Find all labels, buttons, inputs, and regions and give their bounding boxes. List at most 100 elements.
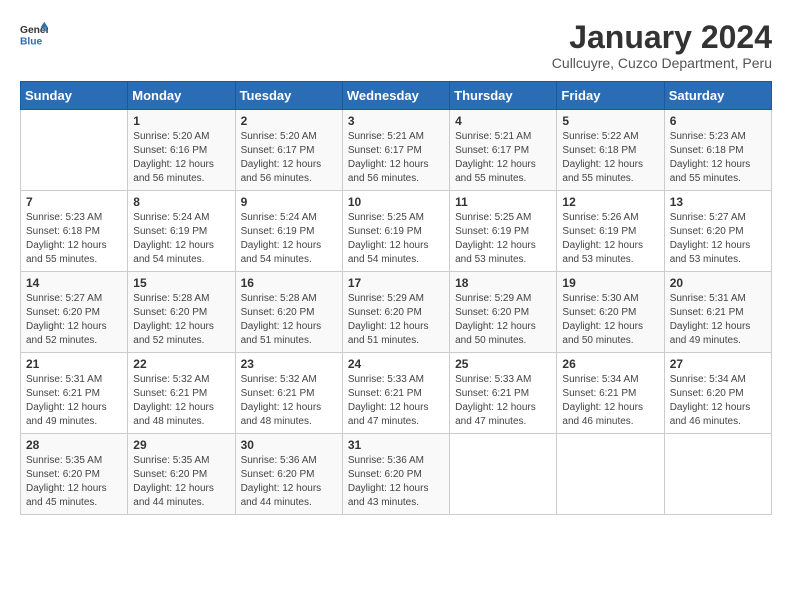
day-info: Sunrise: 5:25 AMSunset: 6:19 PMDaylight:…: [455, 211, 551, 267]
day-number: 22: [133, 357, 229, 371]
day-number: 10: [348, 195, 444, 209]
calendar-cell: 14Sunrise: 5:27 AMSunset: 6:20 PMDayligh…: [21, 272, 128, 353]
calendar-cell: 22 Sunrise: 5:32 AMSunset: 6:21 PMDayligh…: [128, 353, 235, 434]
logo: General Blue: [20, 20, 48, 48]
day-info: Sunrise: 5:31 AMSunset: 6:21 PMDaylight:…: [26, 373, 122, 429]
week-row-4: 21 Sunrise: 5:31 AMSunset: 6:21 PMDayligh…: [21, 353, 772, 434]
calendar-cell: 29 Sunrise: 5:35 AMSunset: 6:20 PMDayligh…: [128, 434, 235, 515]
day-number: 9: [241, 195, 337, 209]
day-number: 20: [670, 276, 766, 290]
day-info: Sunrise: 5:35 AMSunset: 6:20 PMDaylight:…: [133, 454, 229, 510]
calendar-cell: 17 Sunrise: 5:29 AMSunset: 6:20 PMDayligh…: [342, 272, 449, 353]
calendar-cell: 20Sunrise: 5:31 AMSunset: 6:21 PMDayligh…: [664, 272, 771, 353]
svg-text:Blue: Blue: [20, 36, 43, 47]
day-number: 27: [670, 357, 766, 371]
day-info: Sunrise: 5:32 AMSunset: 6:21 PMDaylight:…: [133, 373, 229, 429]
calendar-cell: [21, 110, 128, 191]
day-info: Sunrise: 5:26 AMSunset: 6:19 PMDaylight:…: [562, 211, 658, 267]
calendar-cell: 6 Sunrise: 5:23 AMSunset: 6:18 PMDaylight…: [664, 110, 771, 191]
calendar-table: SundayMondayTuesdayWednesdayThursdayFrid…: [20, 81, 772, 515]
day-info: Sunrise: 5:33 AMSunset: 6:21 PMDaylight:…: [455, 373, 551, 429]
day-number: 21: [26, 357, 122, 371]
day-info: Sunrise: 5:30 AMSunset: 6:20 PMDaylight:…: [562, 292, 658, 348]
day-info: Sunrise: 5:23 AMSunset: 6:18 PMDaylight:…: [26, 211, 122, 267]
header-day-wednesday: Wednesday: [342, 82, 449, 110]
calendar-cell: 5 Sunrise: 5:22 AMSunset: 6:18 PMDaylight…: [557, 110, 664, 191]
header-day-tuesday: Tuesday: [235, 82, 342, 110]
day-number: 31: [348, 438, 444, 452]
calendar-cell: 12Sunrise: 5:26 AMSunset: 6:19 PMDayligh…: [557, 191, 664, 272]
calendar-cell: [557, 434, 664, 515]
day-number: 14: [26, 276, 122, 290]
week-row-3: 14Sunrise: 5:27 AMSunset: 6:20 PMDayligh…: [21, 272, 772, 353]
calendar-cell: 2 Sunrise: 5:20 AMSunset: 6:17 PMDaylight…: [235, 110, 342, 191]
day-info: Sunrise: 5:24 AMSunset: 6:19 PMDaylight:…: [133, 211, 229, 267]
day-info: Sunrise: 5:27 AMSunset: 6:20 PMDaylight:…: [670, 211, 766, 267]
header-row: SundayMondayTuesdayWednesdayThursdayFrid…: [21, 82, 772, 110]
calendar-cell: 27 Sunrise: 5:34 AMSunset: 6:20 PMDayligh…: [664, 353, 771, 434]
day-info: Sunrise: 5:20 AMSunset: 6:17 PMDaylight:…: [241, 130, 337, 186]
calendar-cell: 23 Sunrise: 5:32 AMSunset: 6:21 PMDayligh…: [235, 353, 342, 434]
day-info: Sunrise: 5:21 AMSunset: 6:17 PMDaylight:…: [348, 130, 444, 186]
day-info: Sunrise: 5:32 AMSunset: 6:21 PMDaylight:…: [241, 373, 337, 429]
calendar-cell: 31 Sunrise: 5:36 AMSunset: 6:20 PMDayligh…: [342, 434, 449, 515]
calendar-cell: 26Sunrise: 5:34 AMSunset: 6:21 PMDayligh…: [557, 353, 664, 434]
day-number: 28: [26, 438, 122, 452]
day-number: 7: [26, 195, 122, 209]
header-day-saturday: Saturday: [664, 82, 771, 110]
day-info: Sunrise: 5:28 AMSunset: 6:20 PMDaylight:…: [241, 292, 337, 348]
calendar-cell: 24 Sunrise: 5:33 AMSunset: 6:21 PMDayligh…: [342, 353, 449, 434]
day-number: 30: [241, 438, 337, 452]
header: General Blue January 2024 Cullcuyre, Cuz…: [20, 20, 772, 71]
day-number: 17: [348, 276, 444, 290]
day-number: 24: [348, 357, 444, 371]
calendar-cell: [450, 434, 557, 515]
calendar-cell: 16 Sunrise: 5:28 AMSunset: 6:20 PMDayligh…: [235, 272, 342, 353]
calendar-cell: 30 Sunrise: 5:36 AMSunset: 6:20 PMDayligh…: [235, 434, 342, 515]
calendar-cell: 28Sunrise: 5:35 AMSunset: 6:20 PMDayligh…: [21, 434, 128, 515]
day-info: Sunrise: 5:29 AMSunset: 6:20 PMDaylight:…: [348, 292, 444, 348]
calendar-cell: 9 Sunrise: 5:24 AMSunset: 6:19 PMDaylight…: [235, 191, 342, 272]
week-row-2: 7 Sunrise: 5:23 AMSunset: 6:18 PMDaylight…: [21, 191, 772, 272]
page-subtitle: Cullcuyre, Cuzco Department, Peru: [552, 55, 772, 71]
header-day-monday: Monday: [128, 82, 235, 110]
calendar-cell: 11Sunrise: 5:25 AMSunset: 6:19 PMDayligh…: [450, 191, 557, 272]
page-title: January 2024: [552, 20, 772, 55]
calendar-cell: 13Sunrise: 5:27 AMSunset: 6:20 PMDayligh…: [664, 191, 771, 272]
day-number: 2: [241, 114, 337, 128]
calendar-cell: 19 Sunrise: 5:30 AMSunset: 6:20 PMDayligh…: [557, 272, 664, 353]
day-number: 26: [562, 357, 658, 371]
day-info: Sunrise: 5:23 AMSunset: 6:18 PMDaylight:…: [670, 130, 766, 186]
day-number: 29: [133, 438, 229, 452]
day-info: Sunrise: 5:21 AMSunset: 6:17 PMDaylight:…: [455, 130, 551, 186]
calendar-cell: [664, 434, 771, 515]
day-info: Sunrise: 5:34 AMSunset: 6:20 PMDaylight:…: [670, 373, 766, 429]
logo-icon: General Blue: [20, 20, 48, 48]
calendar-cell: 4 Sunrise: 5:21 AMSunset: 6:17 PMDaylight…: [450, 110, 557, 191]
day-info: Sunrise: 5:36 AMSunset: 6:20 PMDaylight:…: [241, 454, 337, 510]
day-number: 6: [670, 114, 766, 128]
calendar-cell: 25Sunrise: 5:33 AMSunset: 6:21 PMDayligh…: [450, 353, 557, 434]
title-area: January 2024 Cullcuyre, Cuzco Department…: [552, 20, 772, 71]
calendar-cell: 15Sunrise: 5:28 AMSunset: 6:20 PMDayligh…: [128, 272, 235, 353]
day-number: 5: [562, 114, 658, 128]
calendar-body: 1Sunrise: 5:20 AMSunset: 6:16 PMDaylight…: [21, 110, 772, 515]
header-day-friday: Friday: [557, 82, 664, 110]
day-info: Sunrise: 5:33 AMSunset: 6:21 PMDaylight:…: [348, 373, 444, 429]
day-info: Sunrise: 5:24 AMSunset: 6:19 PMDaylight:…: [241, 211, 337, 267]
day-info: Sunrise: 5:36 AMSunset: 6:20 PMDaylight:…: [348, 454, 444, 510]
day-number: 8: [133, 195, 229, 209]
header-day-sunday: Sunday: [21, 82, 128, 110]
day-number: 16: [241, 276, 337, 290]
day-number: 15: [133, 276, 229, 290]
day-number: 19: [562, 276, 658, 290]
day-number: 3: [348, 114, 444, 128]
day-number: 4: [455, 114, 551, 128]
calendar-cell: 3 Sunrise: 5:21 AMSunset: 6:17 PMDaylight…: [342, 110, 449, 191]
calendar-cell: 1Sunrise: 5:20 AMSunset: 6:16 PMDaylight…: [128, 110, 235, 191]
day-number: 23: [241, 357, 337, 371]
day-info: Sunrise: 5:25 AMSunset: 6:19 PMDaylight:…: [348, 211, 444, 267]
calendar-cell: 7 Sunrise: 5:23 AMSunset: 6:18 PMDaylight…: [21, 191, 128, 272]
day-info: Sunrise: 5:20 AMSunset: 6:16 PMDaylight:…: [133, 130, 229, 186]
day-info: Sunrise: 5:22 AMSunset: 6:18 PMDaylight:…: [562, 130, 658, 186]
